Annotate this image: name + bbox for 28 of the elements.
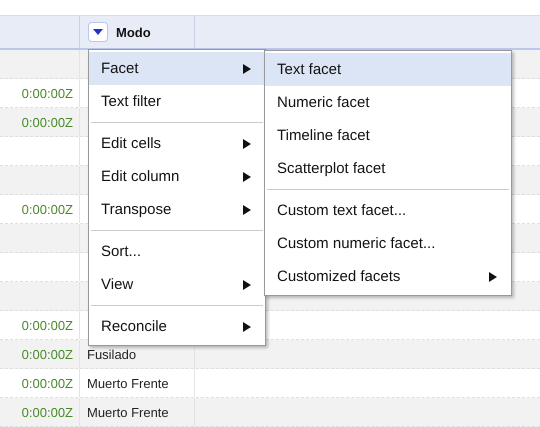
table-cell: 0:00:00Z <box>22 376 73 390</box>
column-menu-button[interactable] <box>88 22 108 42</box>
column-header: Modo <box>116 24 151 40</box>
table-cell: Muerto Frente <box>87 376 169 390</box>
table-cell: Muerto Frente <box>87 404 169 420</box>
menu-item[interactable]: Custom text facet... <box>265 194 511 227</box>
menu-item[interactable]: Text facet <box>265 53 511 86</box>
menu-item[interactable]: Edit column <box>89 160 265 193</box>
dropdown-icon <box>93 29 103 35</box>
menu-item[interactable]: Sort... <box>89 235 265 268</box>
menu-item[interactable]: Transpose <box>89 193 265 226</box>
menu-item[interactable]: Custom numeric facet... <box>265 227 511 260</box>
table-cell: 0:00:00Z <box>22 346 73 362</box>
table-cell: 0:00:00Z <box>22 318 73 332</box>
menu-item[interactable]: Scatterplot facet <box>265 152 511 185</box>
table-cell: 0:00:00Z <box>22 202 73 216</box>
table-cell: 0:00:00Z <box>22 114 73 130</box>
menu-item[interactable]: Timeline facet <box>265 119 511 152</box>
menu-item[interactable]: Text filter <box>89 85 265 118</box>
menu-item[interactable]: Reconcile <box>89 310 265 343</box>
menu-item[interactable]: View <box>89 268 265 301</box>
menu-item[interactable]: Facet <box>89 52 265 85</box>
table-cell: 0:00:00Z <box>22 404 73 420</box>
menu-item[interactable]: Numeric facet <box>265 86 511 119</box>
menu-item[interactable]: Customized facets <box>265 260 511 293</box>
menu-item[interactable]: Edit cells <box>89 127 265 160</box>
table-cell: Fusilado <box>87 346 136 362</box>
table-cell: 0:00:00Z <box>22 86 73 100</box>
